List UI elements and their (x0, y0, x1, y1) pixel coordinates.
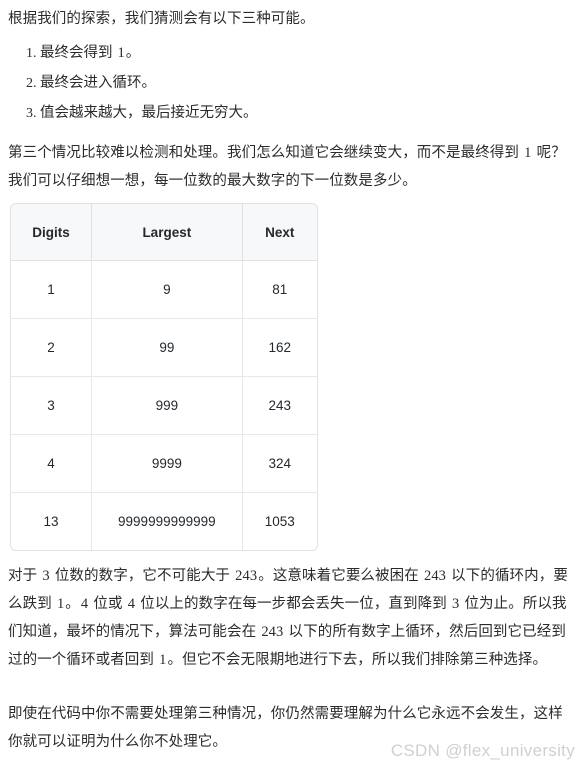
inline-number: 1 (56, 596, 65, 612)
table-head: Digits Largest Next (11, 204, 317, 261)
cell-largest: 99 (91, 319, 242, 377)
table-row: 3 999 243 (11, 377, 317, 435)
list-item: 最终会得到 1。 (40, 38, 260, 68)
table-body: 1 9 81 2 99 162 3 999 243 4 9999 324 13 … (11, 261, 317, 550)
table-header-next: Next (241, 204, 317, 261)
list-item: 最终会进入循环。 (40, 68, 260, 98)
inline-number: 243 (261, 624, 284, 640)
intro-paragraph: 根据我们的探索，我们猜测会有以下三种可能。 (8, 11, 315, 27)
paragraph-text: 对于 (8, 568, 42, 584)
list-item-number: 1 (117, 45, 125, 61)
cell-next: 243 (241, 377, 317, 435)
paragraph-text: 。 (65, 596, 80, 612)
cell-next: 324 (241, 435, 317, 493)
cell-next: 162 (241, 319, 317, 377)
cell-next: 1053 (241, 493, 317, 550)
paragraph-text: 位或 (89, 596, 127, 612)
inline-number: 243 (423, 568, 447, 584)
table-row: 4 9999 324 (11, 435, 317, 493)
paragraph-text: 位数的数字，它不可能大于 (50, 568, 235, 584)
cell-largest: 9999 (91, 435, 242, 493)
table-row: 2 99 162 (11, 319, 317, 377)
cell-digits: 3 (11, 377, 92, 435)
list-item-text-prefix: 最终会进入循环。 (40, 75, 156, 91)
list-item-text-prefix: 最终会得到 (40, 45, 117, 61)
digits-table: Digits Largest Next 1 9 81 2 99 162 3 99… (10, 203, 318, 551)
inline-number: 3 (451, 596, 460, 612)
second-paragraph: 第三个情况比较难以检测和处理。我们怎么知道它会继续变大，而不是最终得到 1 呢？… (8, 139, 571, 195)
article-page: 根据我们的探索，我们猜测会有以下三种可能。 最终会得到 1。 最终会进入循环。 … (0, 0, 579, 769)
table-header-digits: Digits (11, 204, 92, 261)
inline-number: 4 (80, 596, 89, 612)
list-item-text-prefix: 值会越来越大，最后接近无穷大。 (40, 105, 258, 121)
list-item-number (258, 105, 260, 121)
possibilities-list: 最终会得到 1。 最终会进入循环。 值会越来越大，最后接近无穷大。 (8, 38, 260, 128)
digits-table-container: Digits Largest Next 1 9 81 2 99 162 3 99… (10, 203, 318, 551)
table-header-row: Digits Largest Next (11, 204, 317, 261)
table-row: 13 9999999999999 1053 (11, 493, 317, 550)
cell-digits: 1 (11, 261, 92, 319)
cell-digits: 13 (43, 514, 59, 529)
list-item: 值会越来越大，最后接近无穷大。 (40, 98, 260, 128)
cell-largest: 9 (91, 261, 242, 319)
inline-number: 243 (235, 568, 258, 584)
inline-number: 1 (159, 652, 167, 668)
list-item-number (156, 75, 158, 91)
cell-digits: 2 (11, 319, 92, 377)
inline-number: 4 (127, 596, 136, 612)
inline-number: 3 (42, 568, 50, 584)
table-row: 1 9 81 (11, 261, 317, 319)
cell-largest: 9999999999999 (91, 493, 241, 550)
paragraph-text: 。这意味着它要么被困在 (258, 568, 423, 584)
paragraph-text: 位以上的数字在每一步都会丢失一位，直到降到 (136, 596, 451, 612)
cell-digits: 4 (11, 435, 92, 493)
table-header-largest: Largest (91, 204, 242, 261)
cell-next: 81 (241, 261, 317, 319)
after-table-paragraph: 对于 3 位数的数字，它不可能大于 243。这意味着它要么被困在 243 以下的… (8, 562, 571, 674)
cell-largest: 999 (91, 377, 242, 435)
csdn-watermark: CSDN @flex_university (390, 741, 575, 760)
paragraph-text: 第三个情况比较难以检测和处理。我们怎么知道它会继续变大，而不是最终得到 (8, 145, 524, 161)
paragraph-text: 。但它不会无限期地进行下去，所以我们排除第三种选择。 (167, 652, 548, 668)
list-item-text-suffix: 。 (125, 45, 141, 61)
